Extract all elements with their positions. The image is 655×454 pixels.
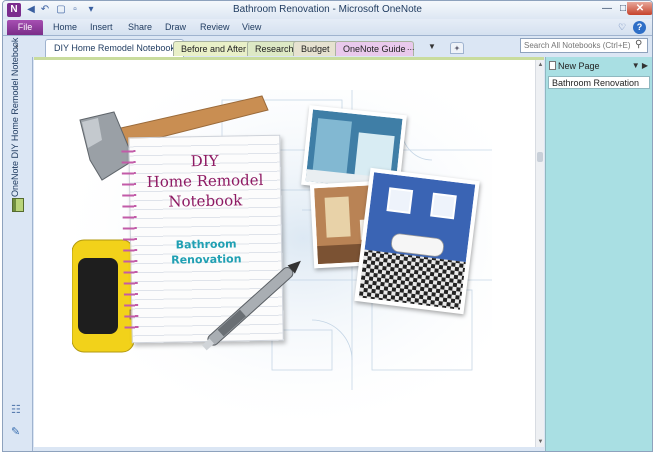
section-tab-onenote-guide[interactable]: OneNote Guide	[335, 41, 414, 56]
new-section-tab[interactable]: ✦	[450, 42, 464, 54]
more-sections-button[interactable]: ...	[407, 42, 415, 52]
chevron-down-icon[interactable]: ▼	[632, 61, 640, 70]
page-canvas[interactable]: DIY Home Remodel Notebook Bathroom Renov…	[34, 57, 544, 447]
tab-view[interactable]: View	[242, 22, 261, 32]
search-icon[interactable]: ⚲	[635, 39, 642, 50]
close-icon[interactable]: ✕	[627, 2, 652, 15]
tab-insert[interactable]: Insert	[90, 22, 113, 32]
scroll-down-icon[interactable]: ▼	[536, 439, 545, 445]
share-notebook-icon[interactable]: ✎	[11, 425, 25, 439]
navigation-bar: OneNote DIY Home Remodel Notebook ☷ ✎	[3, 38, 33, 451]
pen-icon	[201, 260, 301, 351]
cover-title-line: Notebook	[168, 191, 243, 211]
tab-home[interactable]: Home	[53, 22, 77, 32]
tab-draw[interactable]: Draw	[165, 22, 186, 32]
section-tab-before-and-after[interactable]: Before and After	[173, 41, 255, 56]
page-list-item[interactable]: Bathroom Renovation	[548, 76, 650, 89]
bathtub-image	[358, 172, 476, 310]
cover-title-line: Home Remodel	[146, 170, 264, 192]
section-tab-budget[interactable]: Budget	[293, 41, 338, 56]
title-bar: N ◀ ↶ ▢ ▫ ▾ Bathroom Renovation - Micros…	[3, 1, 652, 19]
scroll-up-icon[interactable]: ▲	[536, 62, 545, 68]
tab-review[interactable]: Review	[200, 22, 230, 32]
window-title: Bathroom Renovation - Microsoft OneNote	[233, 4, 422, 15]
search-input[interactable]	[520, 38, 648, 53]
minimize-icon[interactable]: —	[599, 2, 615, 15]
new-page-button[interactable]: New Page	[549, 61, 600, 71]
tab-share[interactable]: Share	[128, 22, 152, 32]
bathtub-photo	[354, 167, 480, 315]
page-tabs-pane: New Page ▼ ▶ Bathroom Renovation	[545, 57, 652, 451]
heart-icon[interactable]: ♡	[615, 21, 628, 34]
navigation-bar-label[interactable]: OneNote DIY Home Remodel Notebook	[10, 38, 20, 197]
chevron-down-icon[interactable]: ▼	[428, 42, 436, 51]
notebook-nav-row: › DIY Home Remodel Notebook Before and A…	[3, 36, 652, 57]
scrollbar-thumb[interactable]	[537, 152, 543, 162]
ribbon-right-controls: ♡ ?	[613, 21, 646, 34]
unfiled-notes-icon[interactable]: ☷	[11, 403, 25, 416]
cover-title-line: DIY	[190, 151, 219, 171]
onenote-window: N ◀ ↶ ▢ ▫ ▾ Bathroom Renovation - Micros…	[2, 0, 653, 452]
notebook-title[interactable]: DIY Home Remodel Notebook	[45, 39, 184, 57]
chevron-right-icon[interactable]: ▶	[642, 61, 648, 70]
new-page-icon	[549, 61, 556, 70]
new-page-label: New Page	[558, 61, 600, 71]
pane-arrows: ▼ ▶	[632, 61, 648, 70]
vertical-scrollbar[interactable]: ▲ ▼	[535, 60, 544, 447]
cover-title: DIY Home Remodel Notebook	[129, 150, 280, 213]
ribbon-tabs: File Home Insert Share Draw Review View …	[3, 19, 652, 36]
tab-file[interactable]: File	[7, 20, 43, 35]
help-icon[interactable]: ?	[633, 21, 646, 34]
notebook-cover-art: DIY Home Remodel Notebook Bathroom Renov…	[72, 90, 492, 420]
notebook-icon[interactable]	[12, 198, 24, 212]
